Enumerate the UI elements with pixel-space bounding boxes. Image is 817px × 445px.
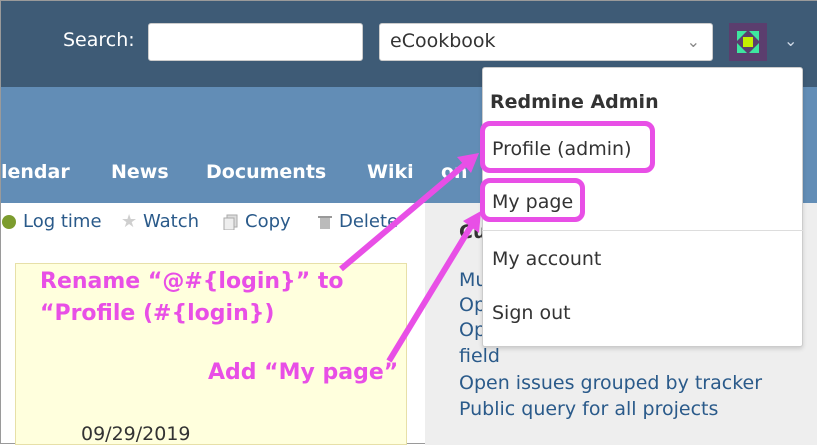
- arrow-to-profile: [339, 158, 471, 272]
- annotation-arrows: [339, 153, 481, 363]
- add-my-page-annotation: Add “My page”: [208, 360, 399, 385]
- arrow-to-my-page: [386, 221, 476, 363]
- rename-annotation: Rename “@#{login}” to “Profile (#{login}…: [40, 269, 344, 326]
